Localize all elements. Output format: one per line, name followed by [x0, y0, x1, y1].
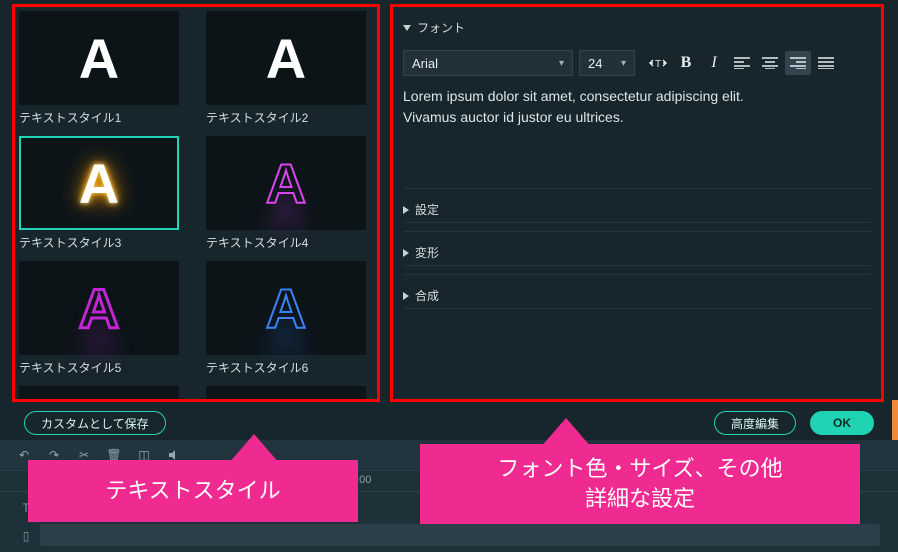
annotation-callout-left: テキストスタイル — [28, 460, 358, 522]
annotation-text: フォント色・サイズ、その他 詳細な設定 — [497, 454, 782, 513]
settings-section-title: 設定 — [415, 201, 439, 218]
text-style-thumb[interactable]: A — [206, 261, 366, 355]
caret-right-icon — [403, 249, 409, 257]
video-track-icon[interactable]: ▯ — [16, 526, 36, 546]
text-style-item: A — [206, 386, 373, 402]
text-style-label: テキストスタイル1 — [19, 105, 186, 134]
align-right-button[interactable] — [785, 51, 811, 75]
text-style-item: A テキストスタイル2 — [206, 11, 373, 134]
chevron-down-icon: ▾ — [621, 58, 626, 69]
composite-section: 合成 — [403, 274, 871, 317]
advanced-edit-button[interactable]: 高度編集 — [714, 411, 796, 435]
style-glyph: A — [266, 401, 306, 403]
edge-decoration — [892, 400, 898, 440]
transform-section-title: 変形 — [415, 244, 439, 261]
svg-text:T: T — [655, 59, 661, 70]
text-styles-grid: A テキストスタイル1 A テキストスタイル2 A テキストスタイル3 A テキ… — [19, 11, 373, 402]
settings-section-header[interactable]: 設定 — [403, 197, 871, 223]
text-style-item: A テキストスタイル3 — [19, 136, 186, 259]
font-family-select[interactable]: Arial ▾ — [403, 50, 573, 76]
style-glyph: A — [266, 276, 306, 341]
italic-button[interactable]: I — [701, 51, 727, 75]
letter-spacing-button[interactable]: T — [645, 51, 671, 75]
font-toolbar-row: Arial ▾ 24 ▾ T B I — [403, 40, 871, 84]
save-as-custom-button[interactable]: カスタムとして保存 — [24, 411, 166, 435]
text-style-label: テキストスタイル6 — [206, 355, 373, 384]
transform-section-header[interactable]: 変形 — [403, 240, 871, 266]
text-format-toolbar: T B I — [645, 51, 839, 75]
align-center-button[interactable] — [757, 51, 783, 75]
font-size-value: 24 — [588, 56, 602, 71]
timeline-clip[interactable] — [40, 524, 880, 546]
text-style-label: テキストスタイル3 — [19, 230, 186, 259]
caret-right-icon — [403, 292, 409, 300]
font-properties-panel: フォント Arial ▾ 24 ▾ T B I — [390, 4, 884, 402]
text-style-label: テキストスタイル2 — [206, 105, 373, 134]
text-style-thumb[interactable]: A — [206, 136, 366, 230]
style-glyph: A — [79, 276, 119, 341]
text-style-item: A — [19, 386, 186, 402]
bold-button[interactable]: B — [673, 51, 699, 75]
text-style-thumb[interactable]: A — [19, 136, 179, 230]
composite-section-header[interactable]: 合成 — [403, 283, 871, 309]
annotation-callout-right: フォント色・サイズ、その他 詳細な設定 — [420, 444, 860, 524]
composite-section-title: 合成 — [415, 287, 439, 304]
text-style-item: A テキストスタイル6 — [206, 261, 373, 384]
style-glyph: A — [266, 26, 306, 91]
text-style-item: A テキストスタイル1 — [19, 11, 186, 134]
style-glyph: A — [79, 401, 119, 403]
text-style-thumb[interactable]: A — [19, 261, 179, 355]
text-style-item: A テキストスタイル4 — [206, 136, 373, 259]
settings-section: 設定 — [403, 188, 871, 231]
ok-button[interactable]: OK — [810, 411, 874, 435]
style-glyph: A — [266, 151, 306, 216]
text-style-thumb[interactable]: A — [19, 11, 179, 105]
font-section-header[interactable]: フォント — [403, 15, 871, 40]
text-style-label: テキストスタイル4 — [206, 230, 373, 259]
text-preview[interactable]: Lorem ipsum dolor sit amet, consectetur … — [403, 84, 871, 188]
annotation-text: テキストスタイル — [105, 476, 280, 506]
align-left-button[interactable] — [729, 51, 755, 75]
font-size-select[interactable]: 24 ▾ — [579, 50, 635, 76]
text-style-thumb[interactable]: A — [206, 386, 366, 402]
text-style-thumb[interactable]: A — [19, 386, 179, 402]
transform-section: 変形 — [403, 231, 871, 274]
align-justify-button[interactable] — [813, 51, 839, 75]
font-section-title: フォント — [417, 19, 465, 36]
caret-down-icon — [403, 25, 411, 31]
text-style-label: テキストスタイル5 — [19, 355, 186, 384]
chevron-down-icon: ▾ — [559, 58, 564, 69]
text-style-thumb[interactable]: A — [206, 11, 366, 105]
font-family-value: Arial — [412, 56, 438, 71]
style-glyph: A — [79, 26, 119, 91]
style-glyph: A — [79, 151, 119, 216]
dialog-button-bar: カスタムとして保存 高度編集 OK — [0, 406, 898, 440]
editor-top: A テキストスタイル1 A テキストスタイル2 A テキストスタイル3 A テキ… — [0, 0, 898, 408]
caret-right-icon — [403, 206, 409, 214]
text-style-item: A テキストスタイル5 — [19, 261, 186, 384]
text-styles-panel: A テキストスタイル1 A テキストスタイル2 A テキストスタイル3 A テキ… — [12, 4, 380, 402]
